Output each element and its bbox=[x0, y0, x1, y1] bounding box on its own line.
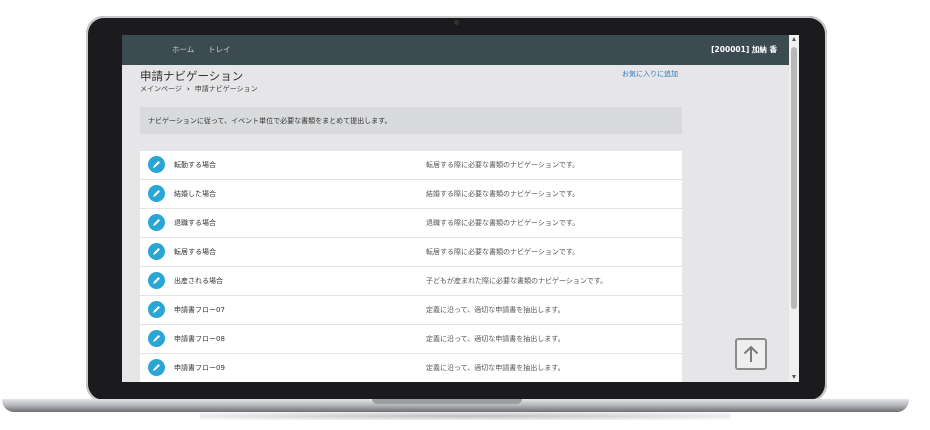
pencil-icon bbox=[148, 185, 165, 202]
screen: ホーム トレイ [200001] 加納 香 申請ナビゲーション お気に入りに追加… bbox=[122, 35, 799, 382]
breadcrumb-separator-icon: › bbox=[186, 85, 190, 93]
add-to-favorites-link[interactable]: お気に入りに追加 bbox=[622, 69, 678, 79]
scroll-to-top-button[interactable] bbox=[735, 338, 767, 370]
laptop-shadow bbox=[200, 412, 730, 420]
list-item[interactable]: 出産される場合 子どもが産まれた際に必要な書類のナビゲーションです。 bbox=[140, 267, 682, 296]
list-item-label[interactable]: 申請書フロー08 bbox=[174, 334, 225, 344]
list-item[interactable]: 転勤する場合 転居する際に必要な書類のナビゲーションです。 bbox=[140, 151, 682, 180]
pencil-icon bbox=[148, 214, 165, 231]
list-item-label[interactable]: 申請書フロー09 bbox=[174, 363, 225, 373]
list-item-description: 転居する際に必要な書類のナビゲーションです。 bbox=[426, 248, 580, 256]
breadcrumb-main-page[interactable]: メインページ bbox=[140, 85, 182, 93]
list-item-description: 退職する際に必要な書類のナビゲーションです。 bbox=[426, 219, 580, 227]
nav-tray[interactable]: トレイ bbox=[208, 44, 231, 55]
user-info[interactable]: [200001] 加納 香 bbox=[711, 44, 777, 55]
info-box: ナビゲーションに従って、イベント単位で必要な書類をまとめて提出します。 bbox=[140, 107, 682, 134]
breadcrumb-current: 申請ナビゲーション bbox=[194, 85, 258, 93]
list-item-label[interactable]: 申請書フロー07 bbox=[174, 305, 225, 315]
list-item-description: 転居する際に必要な書類のナビゲーションです。 bbox=[426, 161, 580, 169]
laptop-base-notch bbox=[372, 399, 522, 404]
top-navigation-bar: ホーム トレイ [200001] 加納 香 bbox=[122, 35, 789, 65]
list-item[interactable]: 転居する場合 転居する際に必要な書類のナビゲーションです。 bbox=[140, 238, 682, 267]
list-item-description: 定義に沿って、適切な申請書を抽出します。 bbox=[426, 335, 565, 343]
navigation-list: 転勤する場合 転居する際に必要な書類のナビゲーションです。 結婚した場合 結婚する際に… bbox=[140, 151, 682, 382]
list-item[interactable]: 退職する場合 退職する際に必要な書類のナビゲーションです。 bbox=[140, 209, 682, 238]
arrow-up-icon bbox=[743, 345, 759, 362]
pencil-icon bbox=[148, 243, 165, 260]
list-item[interactable]: 結婚した場合 結婚する際に必要な書類のナビゲーションです。 bbox=[140, 180, 682, 209]
pencil-icon bbox=[148, 272, 165, 289]
page-title: 申請ナビゲーション bbox=[140, 69, 244, 83]
pencil-icon bbox=[148, 156, 165, 173]
list-item[interactable]: 申請書フロー09 定義に沿って、適切な申請書を抽出します。 bbox=[140, 354, 682, 382]
pencil-icon bbox=[148, 301, 165, 318]
list-item-label[interactable]: 結婚した場合 bbox=[174, 189, 216, 199]
scrollbar-thumb[interactable] bbox=[791, 47, 797, 309]
list-item-description: 定義に沿って、適切な申請書を抽出します。 bbox=[426, 364, 565, 372]
scroll-down-arrow-icon[interactable] bbox=[792, 375, 796, 379]
list-item-label[interactable]: 転勤する場合 bbox=[174, 160, 216, 170]
camera bbox=[454, 20, 459, 25]
scroll-up-arrow-icon[interactable] bbox=[792, 37, 796, 41]
list-item-description: 結婚する際に必要な書類のナビゲーションです。 bbox=[426, 190, 580, 198]
list-item-description: 定義に沿って、適切な申請書を抽出します。 bbox=[426, 306, 565, 314]
nav-home[interactable]: ホーム bbox=[172, 44, 194, 55]
breadcrumb: メインページ › 申請ナビゲーション bbox=[140, 84, 258, 94]
list-item[interactable]: 申請書フロー07 定義に沿って、適切な申請書を抽出します。 bbox=[140, 296, 682, 325]
list-item-label[interactable]: 退職する場合 bbox=[174, 218, 216, 228]
vertical-scrollbar[interactable] bbox=[789, 35, 799, 382]
info-text: ナビゲーションに従って、イベント単位で必要な書類をまとめて提出します。 bbox=[148, 117, 392, 125]
list-item-description: 子どもが産まれた際に必要な書類のナビゲーションです。 bbox=[426, 277, 608, 285]
list-item-label[interactable]: 転居する場合 bbox=[174, 247, 216, 257]
list-item[interactable]: 申請書フロー08 定義に沿って、適切な申請書を抽出します。 bbox=[140, 325, 682, 354]
list-item-label[interactable]: 出産される場合 bbox=[174, 276, 223, 286]
pencil-icon bbox=[148, 359, 165, 376]
pencil-icon bbox=[148, 330, 165, 347]
